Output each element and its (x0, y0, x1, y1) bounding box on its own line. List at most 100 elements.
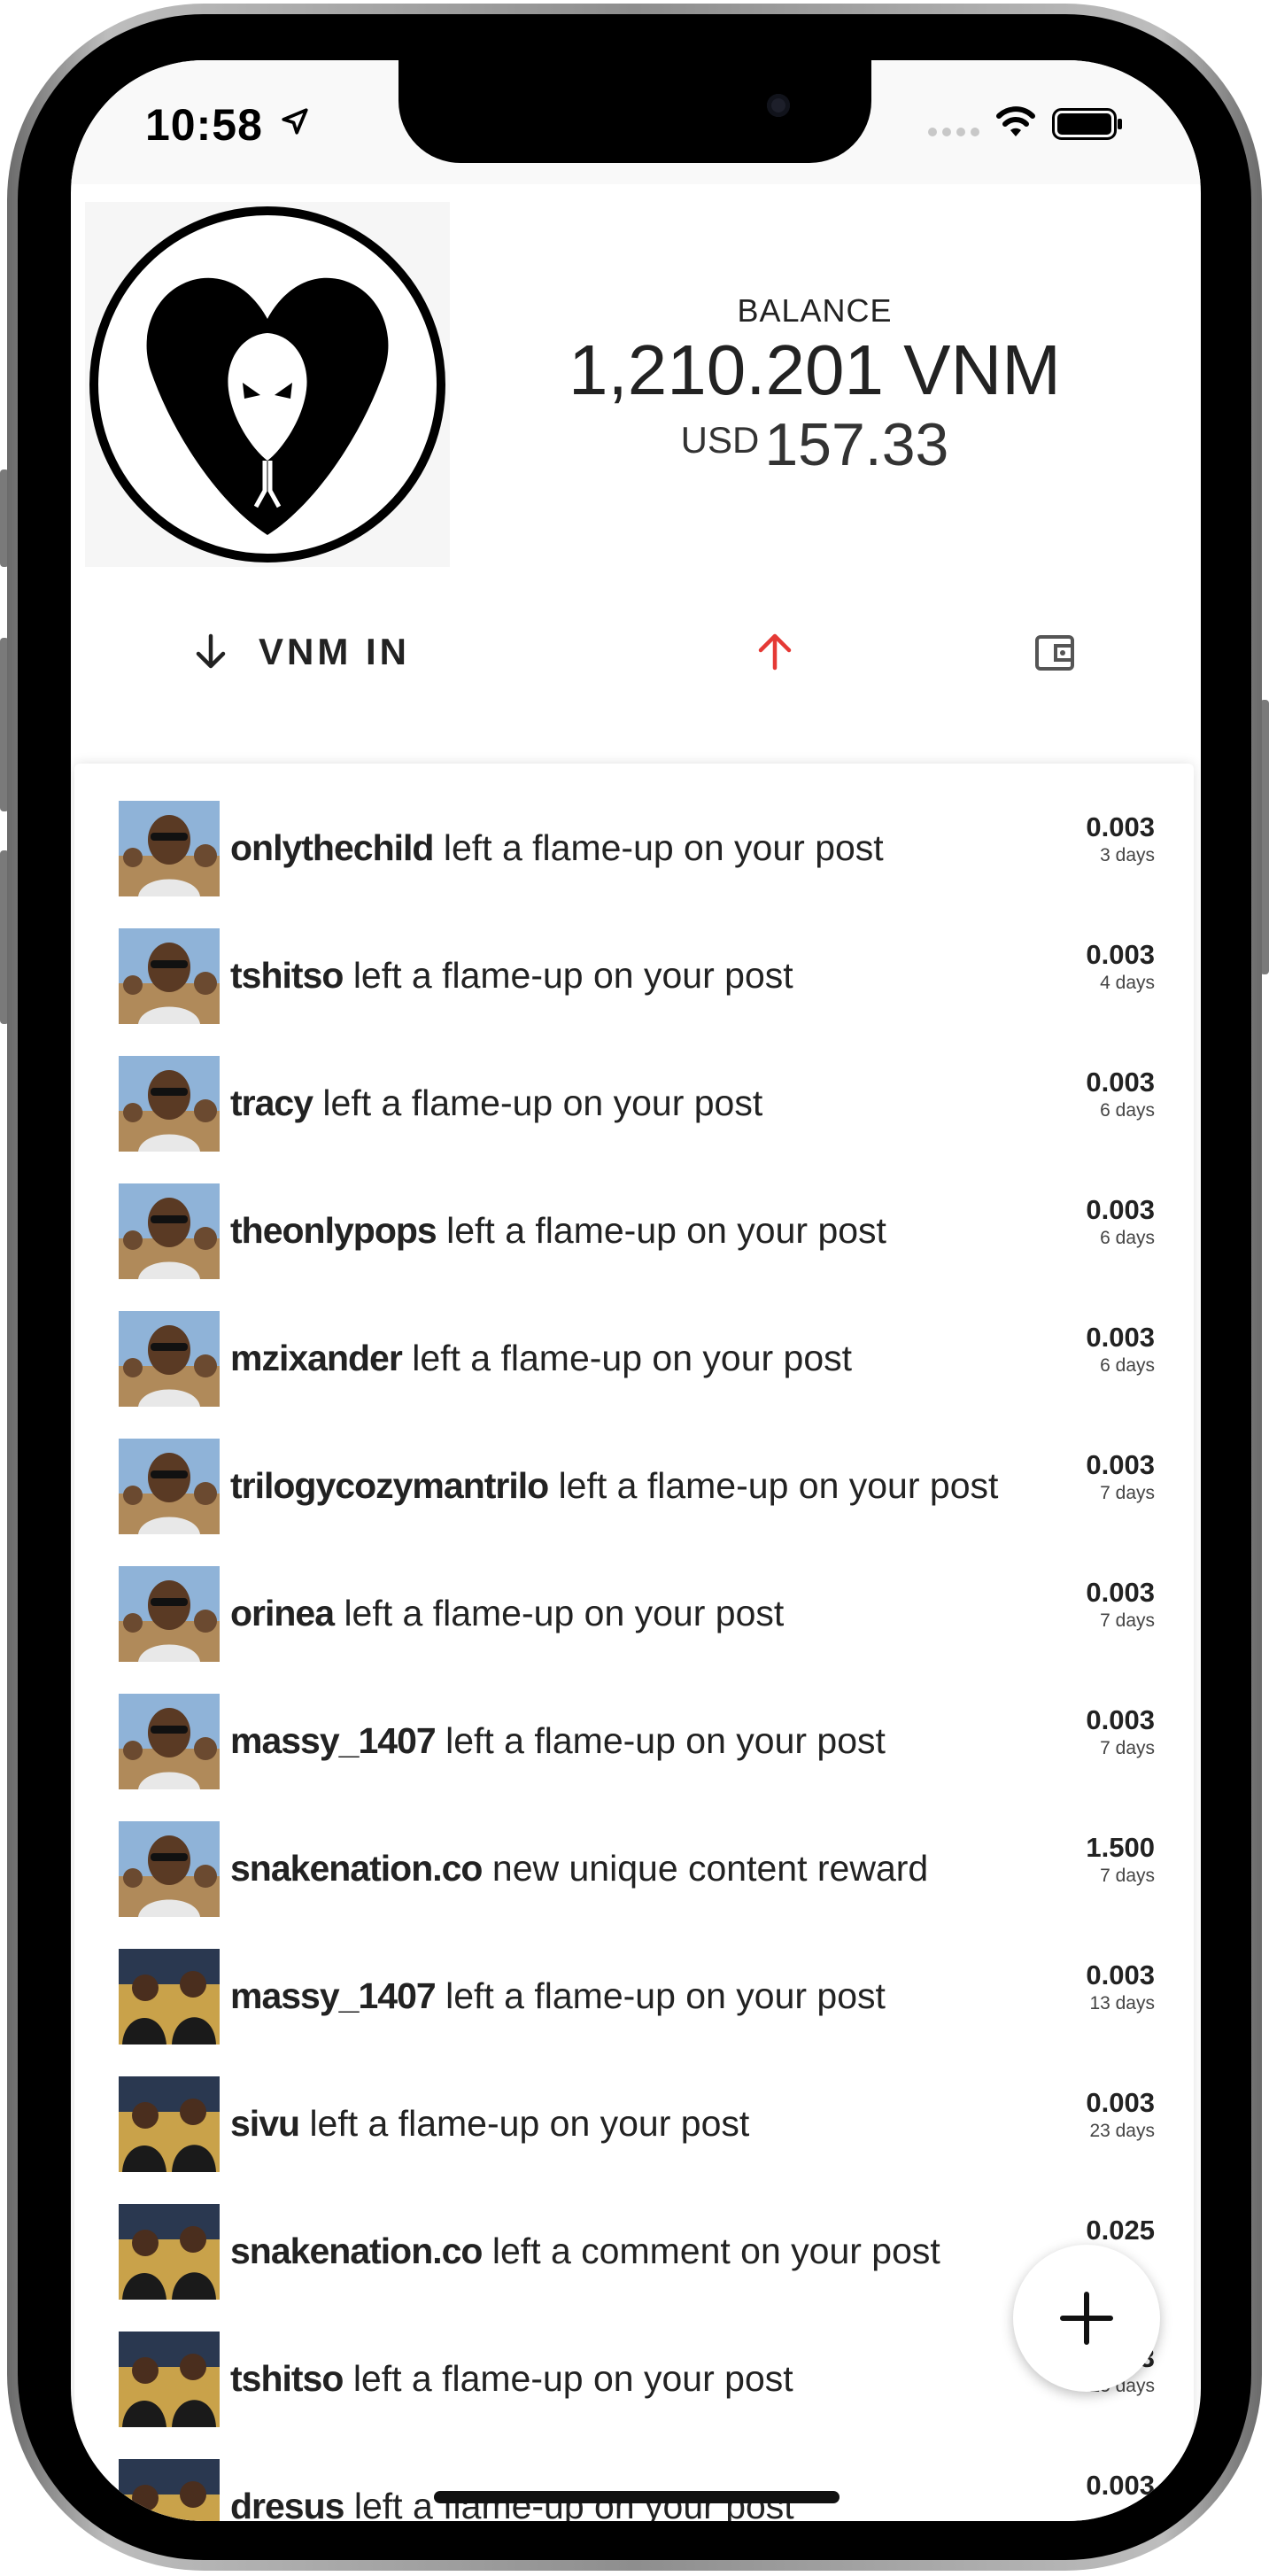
avatar[interactable] (119, 2204, 220, 2300)
transaction-description: snakenation.co new unique content reward (230, 1848, 928, 1889)
amount-age: 4 days (1100, 973, 1155, 993)
transaction-row[interactable]: theonlypops left a flame-up on your post… (119, 1183, 1155, 1279)
transaction-row[interactable]: tracy left a flame-up on your post 0.003 6… (119, 1056, 1155, 1152)
wifi-icon (996, 106, 1035, 136)
transaction-action: left a flame-up on your post (446, 1210, 886, 1251)
vnm-in-label: VNM IN (259, 631, 410, 672)
wallet-icon[interactable] (1034, 632, 1075, 671)
avatar[interactable] (119, 2332, 220, 2427)
amount-age: 6 days (1100, 1100, 1155, 1121)
add-button[interactable] (1013, 2245, 1160, 2392)
transaction-row[interactable]: mzixander left a flame-up on your post 0.… (119, 1311, 1155, 1407)
transaction-user[interactable]: snakenation.co (230, 1848, 483, 1889)
plus-icon (1060, 2292, 1113, 2345)
transaction-action: left a flame-up on your post (352, 2358, 793, 2399)
transaction-row[interactable]: tshitso left a flame-up on your post 0.00… (119, 928, 1155, 1024)
avatar[interactable] (119, 1694, 220, 1789)
amount-age: 23 days (1089, 2121, 1155, 2141)
transaction-user[interactable]: theonlypops (230, 1210, 437, 1251)
transaction-row[interactable]: massy_1407 left a flame-up on your post 0… (119, 1694, 1155, 1789)
avatar[interactable] (119, 1311, 220, 1407)
status-time: 10:58 (145, 100, 263, 150)
wallet-actions: VNM IN (71, 615, 1201, 686)
transaction-action: left a flame-up on your post (352, 955, 793, 996)
amount-age: 7 days (1100, 1866, 1155, 1886)
amount-value: 0.003 (1086, 811, 1155, 842)
home-indicator[interactable] (434, 2491, 840, 2503)
transaction-amount: 0.003 6 days (1086, 1067, 1155, 1121)
transaction-description: orinea left a flame-up on your post (230, 1593, 784, 1634)
transaction-user[interactable]: mzixander (230, 1338, 403, 1378)
amount-age: 6 days (1100, 1228, 1155, 1248)
amount-age: 3 days (1100, 845, 1155, 865)
transaction-amount: 0.025 (1086, 2215, 1155, 2248)
transaction-user[interactable]: onlythechild (230, 827, 434, 868)
transaction-row[interactable]: sivu left a flame-up on your post 0.003 23… (119, 2076, 1155, 2172)
balance-panel: BALANCE 1,210.201 VNM USD157.33 (531, 292, 1098, 477)
amount-value: 0.003 (1086, 2470, 1155, 2501)
avatar[interactable] (119, 1183, 220, 1279)
phone-device: 10:58 BALANCE 1,210.201 VNM USD157.33 VN… (0, 0, 1269, 2576)
transaction-row[interactable]: tshitso left a flame-up on your post0.00… (119, 2332, 1155, 2427)
transaction-action: left a flame-up on your post (309, 2103, 750, 2144)
avatar[interactable] (119, 1056, 220, 1152)
transaction-row[interactable]: snakenation.co left a comment on your po… (119, 2204, 1155, 2300)
avatar[interactable] (119, 1949, 220, 2045)
avatar[interactable] (119, 1821, 220, 1917)
amount-age: 6 days (1100, 1355, 1155, 1376)
transaction-user[interactable]: trilogycozymantrilo (230, 1465, 549, 1506)
transaction-action: left a flame-up on your post (445, 1720, 886, 1761)
transaction-user[interactable]: sivu (230, 2103, 300, 2144)
screen: 10:58 BALANCE 1,210.201 VNM USD157.33 VN… (71, 60, 1201, 2521)
transaction-user[interactable]: orinea (230, 1593, 335, 1633)
transaction-amount: 0.003 4 days (1086, 939, 1155, 994)
amount-value: 0.003 (1086, 1577, 1155, 1608)
avatar[interactable] (119, 1439, 220, 1534)
transaction-user[interactable]: massy_1407 (230, 1975, 437, 2016)
arrow-up-icon[interactable] (753, 629, 797, 673)
avatar[interactable] (119, 2076, 220, 2172)
battery-icon (1052, 108, 1122, 140)
transaction-row[interactable]: onlythechild left a flame-up on your pos… (119, 801, 1155, 896)
transaction-description: tracy left a flame-up on your post (230, 1082, 762, 1124)
transaction-action: left a flame-up on your post (445, 1975, 886, 2016)
transaction-user[interactable]: tshitso (230, 955, 344, 996)
transaction-action: left a flame-up on your post (558, 1465, 999, 1506)
amount-value: 0.003 (1086, 1704, 1155, 1735)
transaction-row[interactable]: massy_1407 left a flame-up on your post 0… (119, 1949, 1155, 2045)
amount-value: 0.025 (1086, 2215, 1155, 2246)
avatar[interactable] (119, 928, 220, 1024)
location-arrow-icon (282, 108, 308, 135)
transaction-action: left a flame-up on your post (443, 827, 884, 868)
transaction-row[interactable]: trilogycozymantrilo left a flame-up on y… (119, 1439, 1155, 1534)
arrow-down-icon (196, 633, 226, 669)
transaction-user[interactable]: dresus (230, 2486, 344, 2521)
avatar[interactable] (119, 801, 220, 896)
transaction-user[interactable]: massy_1407 (230, 1720, 437, 1761)
amount-value: 0.003 (1086, 1449, 1155, 1480)
avatar[interactable] (119, 1566, 220, 1662)
amount-age: 7 days (1100, 1738, 1155, 1758)
transaction-user[interactable]: tracy (230, 1082, 313, 1123)
avatar[interactable] (119, 2459, 220, 2521)
transaction-description: theonlypops left a flame-up on your post (230, 1210, 886, 1252)
transaction-description: sivu left a flame-up on your post (230, 2103, 749, 2145)
transaction-row[interactable]: snakenation.co new unique content reward… (119, 1821, 1155, 1917)
transaction-user[interactable]: snakenation.co (230, 2231, 483, 2271)
balance-amount: 1,210.201 VNM (569, 330, 1061, 409)
vnm-in-button[interactable]: VNM IN (193, 631, 410, 673)
amount-age: 7 days (1100, 1610, 1155, 1631)
amount-value: 0.003 (1086, 1067, 1155, 1098)
transaction-amount: 0.003 6 days (1086, 1322, 1155, 1377)
balance-label: BALANCE (737, 292, 893, 329)
transaction-row[interactable]: orinea left a flame-up on your post 0.003… (119, 1566, 1155, 1662)
transaction-amount: 0.003 13 days (1086, 1959, 1155, 2014)
transaction-action: left a comment on your post (491, 2231, 940, 2271)
transaction-description: tshitso left a flame-up on your post (230, 955, 793, 997)
transaction-action: new unique content reward (491, 1848, 929, 1889)
amount-value: 0.003 (1086, 1322, 1155, 1353)
usd-currency: USD (680, 419, 760, 461)
transaction-row[interactable]: dresus left a flame-up on your post 0.003 (119, 2459, 1155, 2521)
transaction-amount: 0.003 3 days (1086, 811, 1155, 866)
transaction-user[interactable]: tshitso (230, 2358, 344, 2399)
